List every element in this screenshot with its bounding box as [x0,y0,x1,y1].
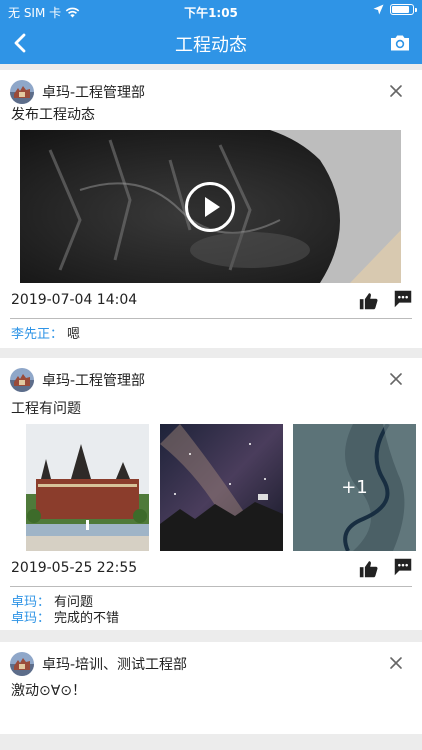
more-images-count[interactable]: +1 [293,424,416,551]
comment-icon[interactable] [392,288,414,310]
post-text: 激动⊙∀⊙！ [11,683,87,699]
post-video[interactable] [20,130,401,283]
post-card: 卓玛-培训、测试工程部 激动⊙∀⊙！ [0,642,422,734]
play-icon[interactable] [184,181,236,233]
post-text: 工程有问题 [11,401,81,417]
avatar[interactable] [10,652,34,676]
comment-separator: ： [37,611,51,626]
post-image[interactable]: +1 [293,424,416,551]
like-icon[interactable] [358,558,380,580]
status-bar: 无 SIM 卡 下午1:05 [0,0,422,22]
post-card: 卓玛-工程管理部 工程有问题 +1 2019-05-25 22:55 卓玛： 有… [0,358,422,630]
comment-item[interactable]: 卓玛： 完成的不错 [11,607,119,626]
close-icon[interactable] [388,83,404,99]
post-image[interactable] [160,424,283,551]
comment-text: 完成的不错 [54,611,120,626]
post-time: 2019-05-25 22:55 [11,560,138,576]
camera-icon[interactable] [388,31,412,55]
divider [10,318,412,319]
post-card: 卓玛-工程管理部 发布工程动态 2019-07-04 14:04 李先正： 嗯 [0,70,422,348]
post-header: 卓玛-工程管理部 [10,79,412,105]
comment-separator: ： [50,327,64,342]
nav-bar: 工程动态 [0,22,422,64]
comment-text: 嗯 [67,327,81,342]
like-icon[interactable] [358,290,380,312]
post-image[interactable] [26,424,149,551]
battery-icon [390,4,417,15]
comment-item[interactable]: 李先正：嗯 [11,323,80,342]
comment-icon[interactable] [392,556,414,578]
avatar[interactable] [10,368,34,392]
post-author: 卓玛-培训、测试工程部 [42,657,188,673]
post-header: 卓玛-工程管理部 [10,367,412,393]
avatar[interactable] [10,80,34,104]
comment-user[interactable]: 卓玛 [11,611,37,626]
status-right [373,4,417,15]
comment-user[interactable]: 李先正 [11,327,50,342]
close-icon[interactable] [388,655,404,671]
divider [10,586,412,587]
post-header: 卓玛-培训、测试工程部 [10,651,412,677]
page-title: 工程动态 [175,35,247,56]
post-time: 2019-07-04 14:04 [11,292,138,308]
close-icon[interactable] [388,371,404,387]
post-text: 发布工程动态 [11,107,95,123]
battery-level [392,6,410,13]
post-author: 卓玛-工程管理部 [42,373,146,389]
location-arrow-icon [373,4,384,15]
status-time: 下午1:05 [184,6,238,20]
post-author: 卓玛-工程管理部 [42,85,146,101]
